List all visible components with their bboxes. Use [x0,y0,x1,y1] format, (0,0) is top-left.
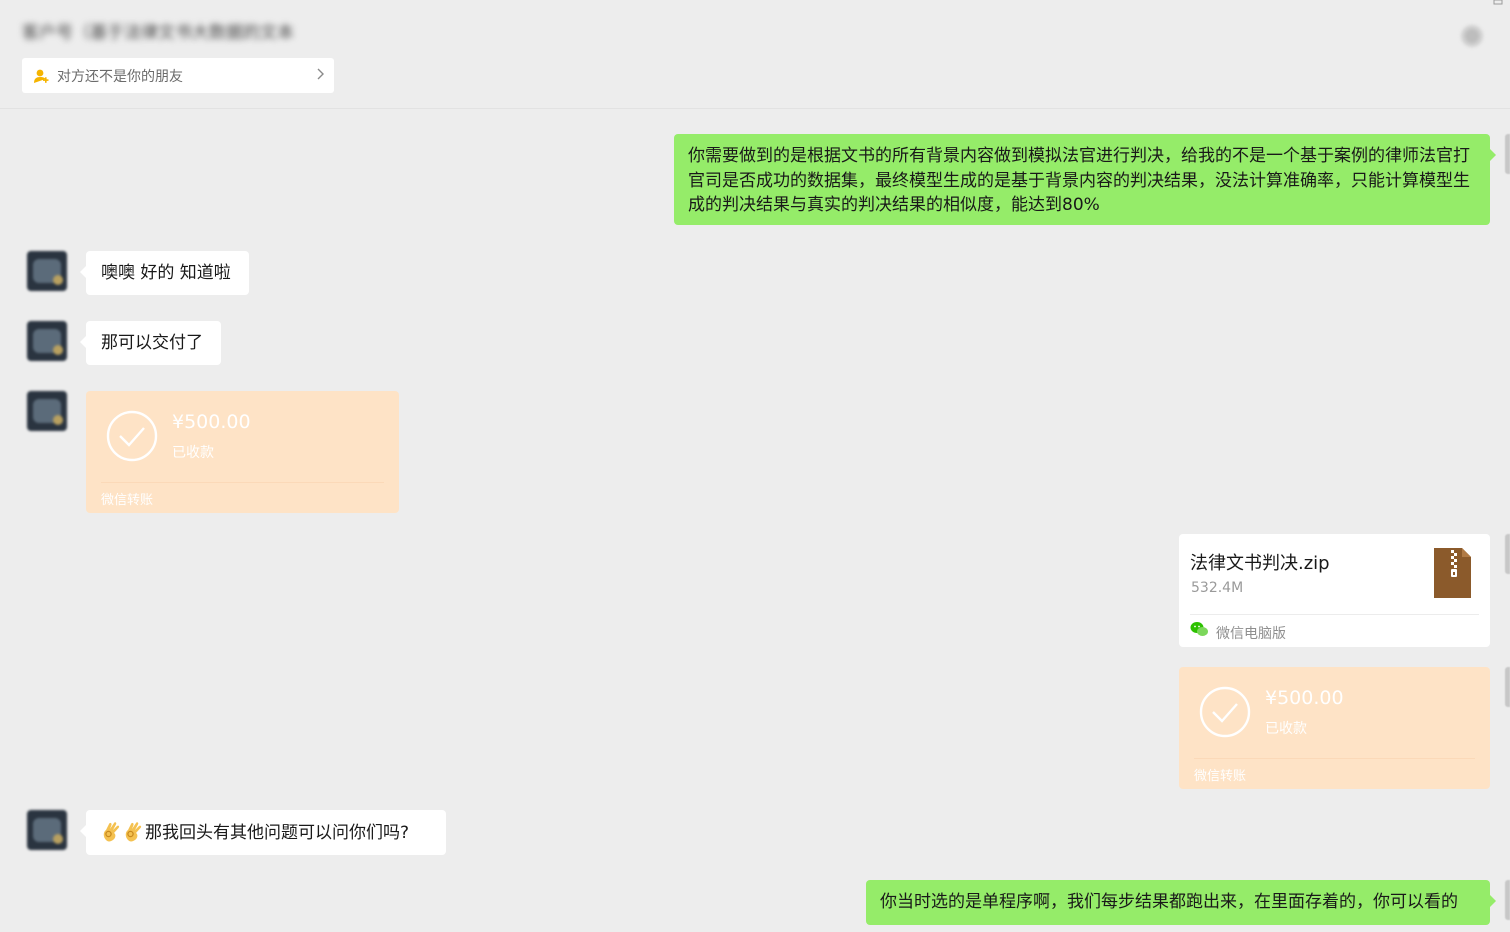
transfer-label: 微信转账 [1194,769,1247,784]
avatar[interactable] [27,810,67,850]
divider [1194,758,1475,759]
file-source: 微信电脑版 [1216,626,1286,642]
message-text: 噢噢 好的 知道啦 [101,263,231,283]
chat-header: 客户号（基于法律文书大数据的文本 对方还不是你的朋友 [0,0,1510,109]
transfer-status: 已收款 [1265,721,1307,737]
file-size: 532.4M [1191,580,1244,596]
check-circle-icon [106,410,158,462]
transfer-amount: ¥500.00 [1265,687,1344,709]
zip-file-icon [1434,548,1471,598]
message-incoming[interactable]: 噢噢 好的 知道啦 [80,251,249,295]
message-text: 你需要做到的是根据文书的所有背景内容做到模拟法官进行判决，给我的不是一个基于案例… [688,146,1470,215]
friend-notice-bar[interactable]: 对方还不是你的朋友 [22,58,334,93]
avatar[interactable] [27,391,67,431]
message-outgoing[interactable]: 你当时选的是单程序啊，我们每步结果都跑出来，在里面存着的，你可以看的 [866,880,1496,925]
message-incoming[interactable]: 那我回头有其他问题可以问你们吗? [80,810,446,855]
self-avatar[interactable] [1505,880,1510,920]
ok-hand-emoji [125,822,142,842]
self-avatar[interactable] [1505,534,1510,574]
message-text: 你当时选的是单程序啊，我们每步结果都跑出来，在里面存着的，你可以看的 [880,892,1458,912]
friend-notice-text: 对方还不是你的朋友 [57,68,183,85]
self-avatar[interactable] [1505,667,1510,707]
wechat-icon [1190,622,1208,636]
ok-hand-emoji [103,822,120,842]
avatar[interactable] [27,251,67,291]
transfer-label: 微信转账 [101,493,154,508]
more-icon[interactable] [1458,22,1486,50]
avatar[interactable] [27,321,67,361]
divider [1190,614,1479,615]
chat-title: 客户号（基于法律文书大数据的文本 [22,23,294,43]
transfer-card[interactable]: ¥500.00 已收款 微信转账 [1179,667,1490,789]
transfer-amount: ¥500.00 [172,411,251,433]
check-circle-icon [1199,686,1251,738]
message-incoming[interactable]: 那可以交付了 [80,321,221,365]
transfer-card[interactable]: ¥500.00 已收款 微信转账 [86,391,399,513]
transfer-status: 已收款 [172,445,214,461]
file-name: 法律文书判决.zip [1190,553,1330,574]
divider [101,482,384,483]
chevron-right-icon [317,68,324,80]
message-text: 那可以交付了 [101,333,203,353]
message-outgoing[interactable]: 你需要做到的是根据文书的所有背景内容做到模拟法官进行判决，给我的不是一个基于案例… [674,134,1496,225]
window-control-icon[interactable] [1490,0,1506,8]
user-add-icon [34,69,49,83]
file-message[interactable]: 法律文书判决.zip 532.4M 微信电脑版 [1179,534,1490,647]
self-avatar[interactable] [1505,134,1510,174]
message-text: 那我回头有其他问题可以问你们吗? [145,823,410,843]
